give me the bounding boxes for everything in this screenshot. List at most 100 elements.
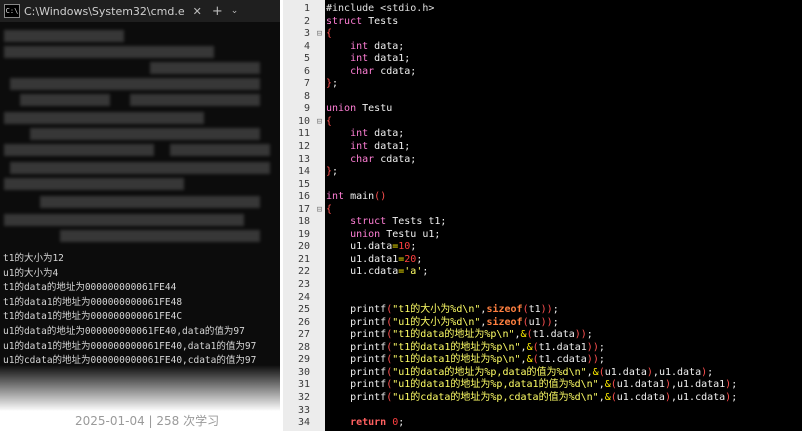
code-token: t1.data xyxy=(532,329,575,341)
blurred-text-bar xyxy=(10,162,270,174)
fold-toggle-icon[interactable]: ⊟ xyxy=(315,28,324,41)
code-token: sizeof xyxy=(486,316,523,328)
console-output-line: t1的大小为12 xyxy=(3,253,64,264)
code-line[interactable]: 18 struct Tests t1; xyxy=(298,216,737,229)
code-token: Tests t1; xyxy=(386,216,447,228)
line-number: 24 xyxy=(297,291,310,303)
code-token: struct xyxy=(326,15,363,27)
code-token: union xyxy=(326,103,357,115)
blurred-text-bar xyxy=(130,94,260,106)
console-output: t1的大小为12 u1的大小为4 t1的data的地址为000000000061FE… xyxy=(3,252,256,369)
code-line[interactable]: 16 int main() xyxy=(298,191,737,204)
code-token: ; xyxy=(598,354,605,366)
code-token: "u1的data的地址为%p,data的值为%d\n" xyxy=(392,366,587,378)
code-token: union xyxy=(326,228,381,240)
code-token: data; xyxy=(368,40,405,52)
blurred-text-bar xyxy=(4,30,124,42)
code-token: int xyxy=(326,128,369,140)
code-token: { xyxy=(326,115,333,127)
code-line[interactable]: 31 printf("u1的data1的地址为%p,data1的值为%d\n",… xyxy=(298,379,737,392)
code-token: sizeof xyxy=(486,304,523,316)
code-token: u1.cdata xyxy=(326,266,399,278)
code-token: data1; xyxy=(368,53,411,65)
code-line[interactable]: 9 union Testu xyxy=(304,103,737,116)
code-token: t1 xyxy=(528,304,541,316)
line-number: 18 xyxy=(297,216,310,228)
line-number: 20 xyxy=(297,241,310,253)
new-tab-icon[interactable]: + xyxy=(212,4,223,19)
chevron-down-icon[interactable]: ⌄ xyxy=(231,6,239,16)
line-number: 10 xyxy=(297,115,310,127)
code-token: cdata; xyxy=(374,153,417,165)
code-line[interactable]: 5 int data1; xyxy=(304,53,737,66)
code-line[interactable]: 29 printf("t1的data1的地址为%p\n",&(t1.cdata)… xyxy=(298,354,737,367)
code-line[interactable]: 34 return 0; xyxy=(298,417,737,430)
code-line[interactable]: 11 int data; xyxy=(298,128,737,141)
fold-toggle-icon[interactable]: ⊟ xyxy=(315,116,324,129)
line-number: 14 xyxy=(297,166,310,178)
code-line[interactable]: 26 printf("u1的大小为%d\n",sizeof(u1)); xyxy=(298,316,737,330)
code-token: printf xyxy=(326,379,387,391)
console-output-line: t1的data的地址为000000000061FE44 xyxy=(3,282,177,294)
code-line[interactable]: 32 printf("u1的cdata的地址为%p,cdata的值为%d\n",… xyxy=(298,391,738,405)
code-token: () xyxy=(374,191,387,203)
code-token: printf xyxy=(326,316,387,328)
code-line[interactable]: 23 xyxy=(298,279,737,292)
code-line[interactable]: 8 xyxy=(304,91,737,104)
code-line[interactable]: 28 printf("t1的data1的地址为%p\n",&(t1.data1)… xyxy=(298,341,737,355)
code-token: ; xyxy=(332,166,339,178)
code-line[interactable]: 13 char cdata; xyxy=(298,153,737,167)
console-output-line: u1的data的地址为000000000061FE40,data的值为97 xyxy=(3,325,245,337)
console-tab[interactable]: C:\ C:\Windows\System32\cmd.e ✕ + ⌄ xyxy=(0,0,280,22)
line-number: 12 xyxy=(297,141,310,153)
code-line[interactable]: 12 int data1; xyxy=(298,141,737,154)
console-window[interactable]: C:\ C:\Windows\System32\cmd.e ✕ + ⌄ t1的大… xyxy=(0,0,280,431)
line-number: 2 xyxy=(303,15,310,27)
code-line[interactable]: 21 u1.data1=20; xyxy=(298,253,737,267)
code-line[interactable]: 1 #include <stdio.h> xyxy=(304,3,737,16)
code-line[interactable]: 6 char cdata; xyxy=(304,65,737,79)
code-token: ,u1.data xyxy=(652,366,702,378)
code-token: ; xyxy=(422,266,429,278)
blurred-text-bar xyxy=(60,230,260,242)
code-token: #include <stdio.h> xyxy=(326,3,435,14)
line-number: 34 xyxy=(297,417,310,429)
line-number: 21 xyxy=(297,253,310,265)
blurred-text-bar xyxy=(4,214,244,226)
code-line[interactable]: 27 printf("t1的data的地址为%p\n",&(t1.data)); xyxy=(298,329,737,342)
code-line[interactable]: 24 xyxy=(298,292,737,305)
code-line[interactable]: 25 printf("t1的大小为%d\n",sizeof(t1)); xyxy=(298,304,737,317)
code-token: u1.data1 xyxy=(326,253,399,265)
line-number: 11 xyxy=(297,128,310,140)
code-token: "t1的data1的地址为%p\n" xyxy=(392,354,521,366)
blurred-text-bar xyxy=(20,94,110,106)
code-line[interactable]: 22 u1.cdata='a'; xyxy=(298,266,737,279)
code-line[interactable]: 7}; xyxy=(304,78,737,91)
line-number: 32 xyxy=(297,391,310,403)
blurred-text-bar xyxy=(30,128,260,140)
code-token: struct xyxy=(326,216,387,228)
code-line[interactable]: 15 xyxy=(298,179,737,192)
code-line[interactable]: 14}; xyxy=(298,166,737,179)
code-token: cdata; xyxy=(374,65,417,77)
code-token: printf xyxy=(326,341,387,353)
code-line[interactable]: 10 ⊟{ xyxy=(298,115,737,129)
article-meta: 2025-01-04 | 258 次学习 xyxy=(75,414,220,428)
code-line[interactable]: 3 ⊟{ xyxy=(304,28,737,41)
code-line[interactable]: 4 int data; xyxy=(304,40,737,54)
fold-toggle-icon[interactable]: ⊟ xyxy=(315,204,324,217)
code-line[interactable]: 2 struct Tests xyxy=(304,15,737,29)
code-token: ; xyxy=(731,391,738,403)
code-token: "u1的大小为%d\n" xyxy=(392,316,481,328)
code-line[interactable]: 20 u1.data=10; xyxy=(298,241,737,254)
close-icon[interactable]: ✕ xyxy=(193,5,202,18)
code-line[interactable]: 17 ⊟{ xyxy=(298,204,737,217)
blurred-text-bar xyxy=(40,196,260,208)
code-line[interactable]: 30 printf("u1的data的地址为%p,data的值为%d\n",&(… xyxy=(298,366,737,380)
code-area[interactable]: 1 #include <stdio.h> 2 struct Tests 3 ⊟{4 int… xyxy=(298,3,738,430)
code-line[interactable]: 19 union Testu u1; xyxy=(298,228,737,242)
code-token: u1.data xyxy=(326,241,393,253)
code-line[interactable]: 33 xyxy=(298,405,737,418)
code-token: "t1的data1的地址为%p\n" xyxy=(392,341,521,353)
code-editor[interactable]: 1 #include <stdio.h> 2 struct Tests 3 ⊟{4 int… xyxy=(283,0,802,431)
